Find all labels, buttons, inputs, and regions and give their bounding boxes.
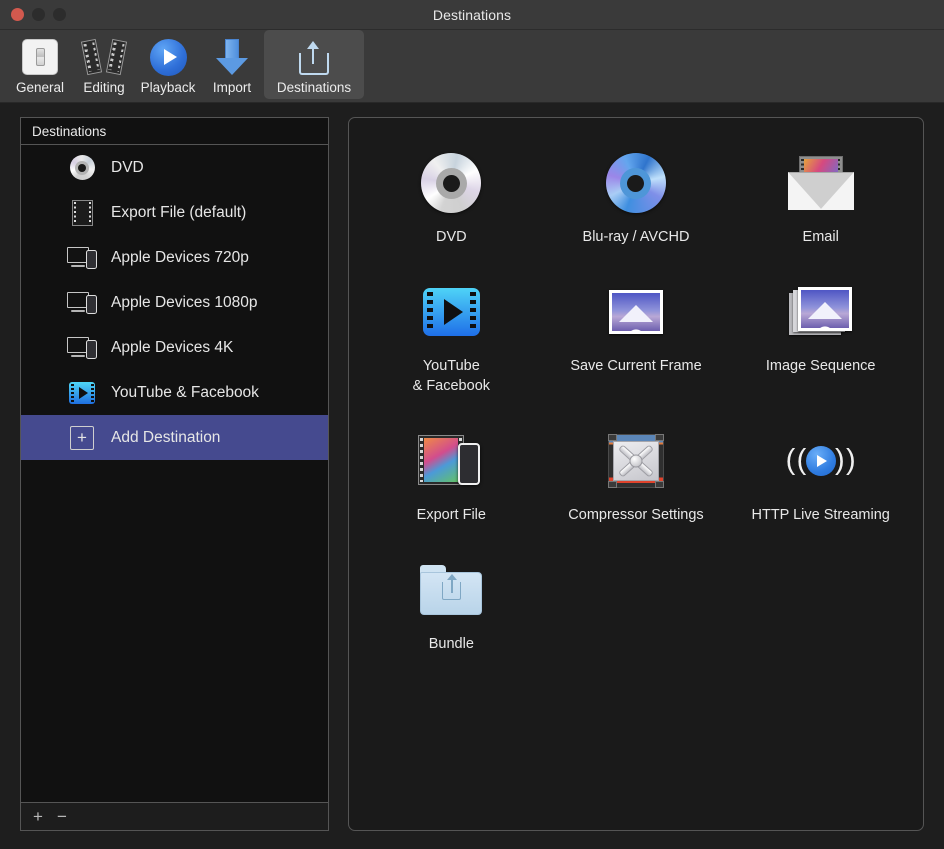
dvd-disc-icon — [421, 144, 482, 222]
destination-chooser-panel: DVD Blu-ray / AVCHD Email YouTube & Face… — [348, 117, 924, 831]
destination-label: YouTube & Facebook — [412, 358, 491, 394]
sidebar-item-label: Export File (default) — [111, 203, 247, 221]
sidebar-footer-toolbar: + − — [20, 803, 329, 831]
sidebar-item-apple-devices-1080p[interactable]: Apple Devices 1080p — [21, 280, 328, 325]
play-circle-icon — [149, 35, 187, 79]
destination-label: DVD — [436, 229, 467, 245]
bluray-disc-icon — [605, 144, 666, 222]
sidebar-item-label: YouTube & Facebook — [111, 383, 259, 401]
destination-label: Export File — [416, 506, 486, 523]
sidebar-item-add-destination[interactable]: + Add Destination — [21, 415, 328, 460]
sidebar-item-label: DVD — [111, 158, 144, 176]
minimize-button[interactable] — [32, 8, 45, 21]
disc-icon — [67, 153, 97, 183]
video-play-icon — [67, 378, 97, 408]
sidebar-item-dvd[interactable]: DVD — [21, 145, 328, 190]
toolbar-tab-destinations-label: Destinations — [276, 80, 352, 95]
sidebar-item-apple-devices-720p[interactable]: Apple Devices 720p — [21, 235, 328, 280]
maximize-button[interactable] — [53, 8, 66, 21]
window-titlebar: Destinations — [0, 0, 944, 30]
sidebar-item-youtube-facebook[interactable]: YouTube & Facebook — [21, 370, 328, 415]
destination-export-file[interactable]: Export File — [359, 422, 544, 525]
compressor-x-icon — [605, 422, 667, 500]
sidebar-item-label: Apple Devices 720p — [111, 248, 249, 266]
sidebar-item-label: Apple Devices 1080p — [111, 293, 258, 311]
film-phone-icon — [418, 422, 484, 500]
content-area: Destinations DVD Export File (default) A… — [0, 103, 944, 849]
film-strips-icon — [80, 35, 128, 79]
photo-stack-icon — [788, 273, 853, 351]
plus-square-icon: + — [67, 423, 97, 453]
broadcast-play-icon: (( )) — [785, 444, 856, 477]
destination-http-live-streaming[interactable]: (( )) HTTP Live Streaming — [728, 422, 913, 525]
destination-label: Blu-ray / AVCHD — [582, 229, 690, 245]
destination-label: Save Current Frame — [570, 358, 702, 375]
toolbar-tab-general-label: General — [15, 80, 65, 95]
down-arrow-icon — [216, 35, 248, 79]
add-destination-button[interactable]: + — [33, 808, 43, 825]
film-color-icon — [67, 198, 97, 228]
destination-image-sequence[interactable]: Image Sequence — [728, 273, 913, 396]
toolbar-tab-import[interactable]: Import — [200, 30, 264, 99]
preferences-toolbar: General Editing Playback Import Destinat… — [0, 30, 944, 103]
sidebar-item-label: Apple Devices 4K — [111, 338, 234, 356]
envelope-film-icon — [787, 144, 854, 222]
destinations-sidebar: Destinations DVD Export File (default) A… — [20, 117, 329, 831]
traffic-lights — [0, 8, 66, 21]
sidebar-header-label: Destinations — [32, 123, 107, 139]
toolbar-tab-editing-label: Editing — [83, 80, 125, 95]
monitor-phone-icon — [67, 333, 97, 363]
sidebar-header: Destinations — [20, 117, 329, 145]
destination-grid: DVD Blu-ray / AVCHD Email YouTube & Face… — [359, 144, 913, 654]
video-play-icon — [422, 273, 480, 351]
destination-label: HTTP Live Streaming — [751, 506, 890, 523]
destination-youtube-facebook[interactable]: YouTube & Facebook — [359, 273, 544, 396]
destination-email[interactable]: Email — [728, 144, 913, 247]
folder-share-icon — [420, 551, 483, 629]
destination-dvd[interactable]: DVD — [359, 144, 544, 247]
destination-save-current-frame[interactable]: Save Current Frame — [544, 273, 729, 396]
toolbar-tab-editing[interactable]: Editing — [72, 30, 136, 99]
destination-label: Bundle — [428, 636, 474, 653]
toolbar-tab-playback[interactable]: Playback — [136, 30, 200, 99]
destination-label: Compressor Settings — [568, 506, 704, 523]
destination-compressor-settings[interactable]: Compressor Settings — [544, 422, 729, 525]
close-button[interactable] — [11, 8, 24, 21]
destination-label: Email — [802, 229, 839, 245]
monitor-phone-icon — [67, 243, 97, 273]
toolbar-tab-general[interactable]: General — [8, 30, 72, 99]
toolbar-tab-playback-label: Playback — [140, 80, 196, 95]
general-toggle-icon — [22, 35, 58, 79]
toolbar-tab-import-label: Import — [212, 80, 252, 95]
destinations-list[interactable]: DVD Export File (default) Apple Devices … — [20, 145, 329, 803]
sidebar-item-label: Add Destination — [111, 428, 221, 446]
remove-destination-button[interactable]: − — [57, 808, 67, 825]
destination-bluray-avchd[interactable]: Blu-ray / AVCHD — [544, 144, 729, 247]
sidebar-item-apple-devices-4k[interactable]: Apple Devices 4K — [21, 325, 328, 370]
toolbar-tab-destinations[interactable]: Destinations — [264, 30, 364, 99]
sidebar-item-export-file[interactable]: Export File (default) — [21, 190, 328, 235]
monitor-phone-icon — [67, 288, 97, 318]
photo-icon — [608, 273, 663, 351]
window-title: Destinations — [432, 6, 512, 23]
destination-label: Image Sequence — [765, 358, 876, 375]
destination-bundle[interactable]: Bundle — [359, 551, 544, 654]
share-up-icon — [299, 35, 329, 79]
